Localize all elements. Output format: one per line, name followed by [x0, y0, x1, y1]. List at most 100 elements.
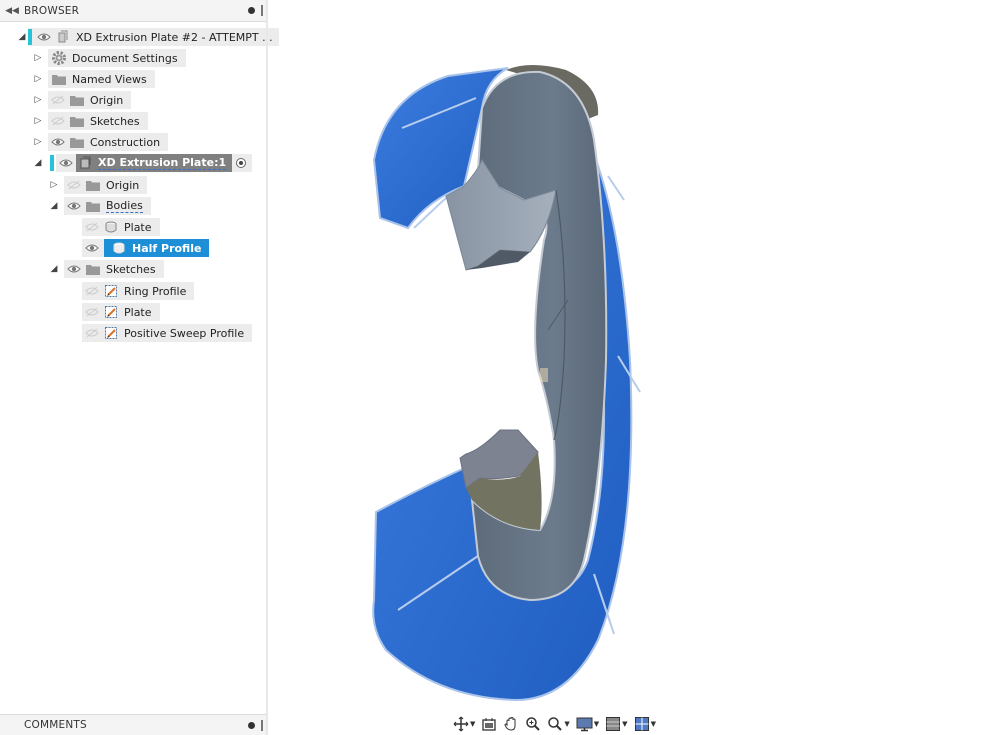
zoom-window-button[interactable]: ▼ — [545, 714, 571, 734]
caret-down-icon[interactable]: ▼ — [594, 720, 599, 728]
orbit-button[interactable]: ▼ — [451, 714, 477, 734]
tree-item-label: Origin — [106, 178, 140, 192]
expand-triangle-icon[interactable]: ◢ — [48, 201, 60, 211]
tree-item-label: Document Settings — [72, 51, 178, 65]
folder-icon — [84, 260, 102, 278]
tree-item-label: Ring Profile — [124, 284, 187, 298]
tree-item-document-settings[interactable]: ▷ Document Settings — [32, 48, 186, 68]
tree-item-label: Sketches — [106, 262, 156, 276]
document-icon — [54, 28, 72, 46]
eye-icon[interactable] — [64, 197, 84, 215]
zoom-icon — [526, 717, 541, 731]
tree-item-construction[interactable]: ▷ Construction — [32, 132, 169, 152]
tree-item-label: Half Profile — [132, 241, 202, 255]
expand-triangle-icon[interactable]: ▷ — [32, 53, 44, 63]
expand-triangle-icon[interactable]: ▷ — [32, 74, 44, 84]
folder-icon — [68, 91, 86, 109]
expand-triangle-icon[interactable]: ▷ — [48, 180, 60, 190]
tree-item-label: XD Extrusion Plate:1 — [98, 156, 227, 170]
tree-item-label: Sketches — [90, 114, 140, 128]
tree-root[interactable]: ◢ XD Extrusion Plate #2 - ATTEMPT ... — [16, 27, 279, 47]
tree-item-component-sketches[interactable]: ◢ Sketches — [48, 259, 164, 279]
expand-triangle-icon[interactable]: ▷ — [32, 116, 44, 126]
expand-triangle-icon[interactable]: ◢ — [48, 264, 60, 274]
caret-down-icon[interactable]: ▼ — [564, 720, 569, 728]
zoom-button[interactable] — [523, 714, 543, 734]
expand-triangle-icon[interactable]: ◢ — [16, 32, 28, 42]
folder-icon — [84, 176, 102, 194]
tree-item-label: Named Views — [72, 72, 147, 86]
panel-resize-icon[interactable] — [261, 5, 263, 16]
expand-triangle-icon[interactable]: ▷ — [32, 137, 44, 147]
folder-icon — [68, 133, 86, 151]
eye-hidden-icon[interactable] — [64, 176, 84, 194]
viewports-button[interactable]: ▼ — [632, 714, 658, 734]
pin-icon[interactable] — [248, 721, 255, 729]
tree-item-sketch-positive-sweep-profile[interactable]: Positive Sweep Profile — [82, 323, 253, 343]
tree-item-component[interactable]: ◢ XD Extrusion Plate:1 — [32, 153, 253, 173]
grid-settings-button[interactable]: ▼ — [603, 714, 629, 734]
pan-button[interactable] — [501, 714, 521, 734]
eye-hidden-icon[interactable] — [82, 324, 102, 342]
eye-hidden-icon[interactable] — [82, 218, 102, 236]
gear-icon — [50, 49, 68, 67]
model-3d-view[interactable] — [268, 0, 999, 735]
eye-icon[interactable] — [48, 133, 68, 151]
eye-hidden-icon[interactable] — [48, 91, 68, 109]
orbit-icon — [453, 716, 469, 732]
tree-item-origin[interactable]: ▷ Origin — [32, 90, 132, 110]
eye-icon[interactable] — [56, 154, 76, 172]
body-icon — [102, 218, 120, 236]
eye-hidden-icon[interactable] — [82, 303, 102, 321]
canvas-viewport[interactable] — [268, 0, 999, 735]
eye-hidden-icon[interactable] — [48, 112, 68, 130]
tree-item-label: Plate — [124, 305, 152, 319]
expand-triangle-icon[interactable]: ▷ — [32, 95, 44, 105]
collapse-panel-icon[interactable]: ◀◀ — [4, 6, 20, 16]
tree-item-named-views[interactable]: ▷ Named Views — [32, 69, 155, 89]
panel-resize-icon[interactable] — [261, 719, 263, 731]
display-settings-icon — [576, 717, 593, 732]
look-at-button[interactable] — [479, 714, 499, 734]
navigation-toolbar: ▼ ▼ ▼ ▼ ▼ — [451, 713, 658, 735]
eye-icon[interactable] — [64, 260, 84, 278]
eye-icon[interactable] — [34, 28, 54, 46]
expand-triangle-icon[interactable]: ◢ — [32, 158, 44, 168]
caret-down-icon[interactable]: ▼ — [651, 720, 656, 728]
display-settings-button[interactable]: ▼ — [574, 714, 601, 734]
pin-icon[interactable] — [248, 7, 255, 14]
tree-item-label: Bodies — [106, 199, 143, 213]
eye-hidden-icon[interactable] — [82, 282, 102, 300]
active-indicator — [50, 155, 54, 171]
eye-icon[interactable] — [82, 239, 102, 257]
browser-title: BROWSER — [24, 4, 80, 17]
tree-item-label: Origin — [90, 93, 124, 107]
look-at-icon — [482, 718, 497, 731]
activate-component-icon[interactable] — [236, 158, 247, 168]
body-icon — [110, 239, 128, 257]
tree-item-label: Construction — [90, 135, 161, 149]
tree-item-sketch-plate[interactable]: Plate — [82, 302, 160, 322]
folder-icon — [50, 70, 68, 88]
viewports-icon — [634, 717, 649, 731]
origin-marker — [540, 368, 548, 382]
browser-panel: ◀◀ BROWSER ◢ XD Extrusion Plate #2 - ATT… — [0, 0, 279, 735]
folder-icon — [68, 112, 86, 130]
comments-title: COMMENTS — [24, 719, 87, 731]
component-icon — [76, 154, 94, 172]
tree-item-body-plate[interactable]: Plate — [82, 217, 160, 237]
tree-item-component-origin[interactable]: ▷ Origin — [48, 175, 148, 195]
caret-down-icon[interactable]: ▼ — [622, 720, 627, 728]
tree-item-sketches[interactable]: ▷ Sketches — [32, 111, 148, 131]
browser-header: ◀◀ BROWSER — [0, 0, 266, 22]
sketch-icon — [102, 282, 120, 300]
comments-header: COMMENTS — [0, 714, 266, 735]
tree-item-label: Plate — [124, 220, 152, 234]
tree-item-bodies[interactable]: ◢ Bodies — [48, 196, 151, 216]
tree-item-body-half-profile[interactable]: Half Profile — [82, 238, 210, 258]
caret-down-icon[interactable]: ▼ — [470, 720, 475, 728]
tree-item-sketch-ring-profile[interactable]: Ring Profile — [82, 281, 195, 301]
pan-icon — [504, 716, 516, 731]
sketch-icon — [102, 324, 120, 342]
sketch-icon — [102, 303, 120, 321]
